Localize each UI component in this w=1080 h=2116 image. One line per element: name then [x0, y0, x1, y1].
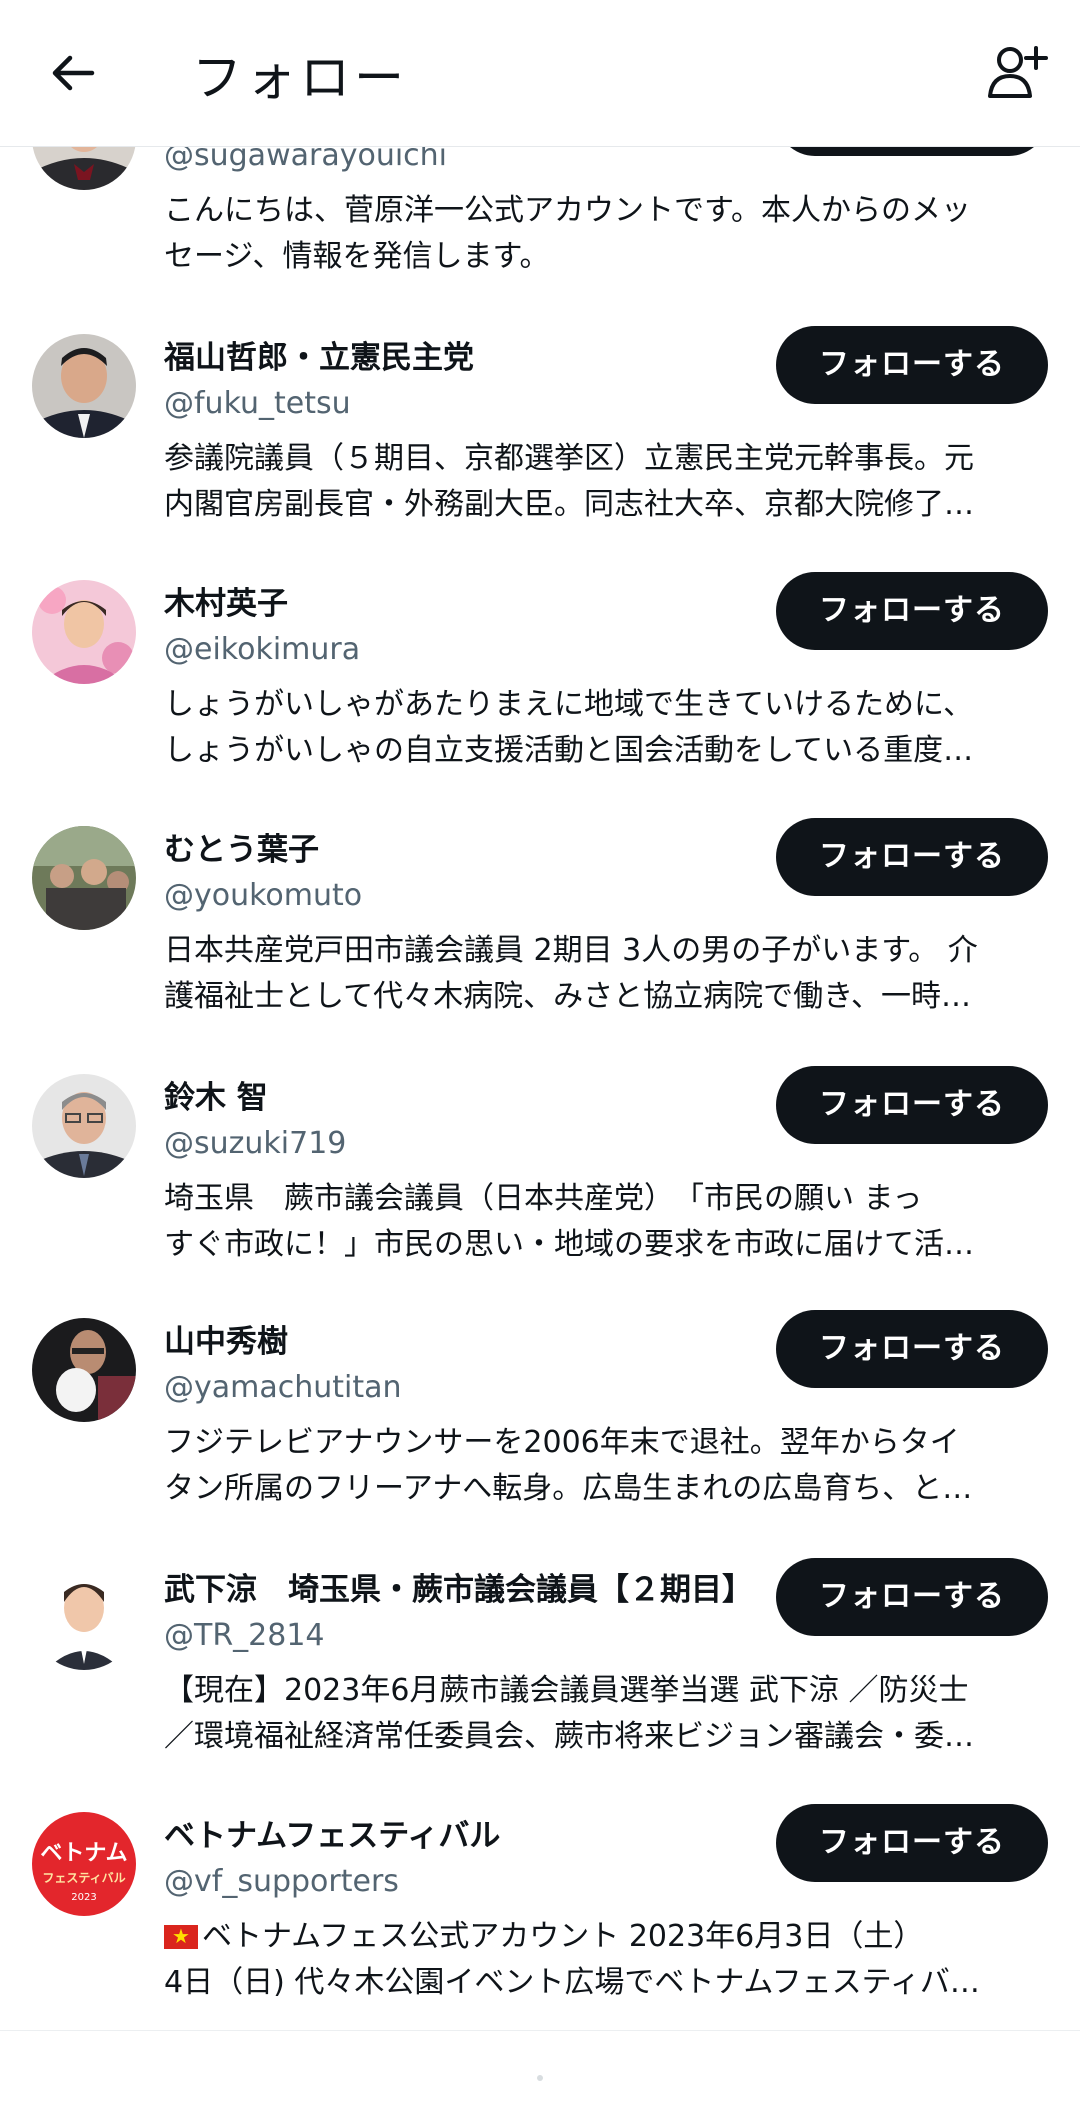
arrow-left-icon [52, 55, 95, 91]
user-bio: フジテレビアナウンサーを2006年末で退社。翌年からタイ タン所属のフリーアナへ… [164, 1425, 973, 1506]
user-handle: @eikokimura [164, 632, 361, 667]
user-handle: @TR_2814 [164, 1618, 325, 1653]
user-bio: しょうがいしゃがあたりまえに地域で生きていけるために、 しょうがいしゃの自立支援… [164, 687, 974, 768]
top-app-bar: フォロー [0, 0, 1080, 147]
user-bio: ベトナムフェス公式アカウント 2023年6月3日（土） 4日（日) 代々木公園イ… [164, 1914, 1026, 2006]
follow-button[interactable]: フォローする [776, 1558, 1048, 1636]
user-row-suzuki719[interactable]: 鈴木 智 @suzuki719 フォローする 埼玉県 蕨市議会議員（日本共産党）… [0, 1066, 1080, 1320]
vf-logo-line2: フェスティバル [42, 1871, 125, 1885]
user-name[interactable]: 福山哲郎・立憲民主党 [164, 338, 764, 378]
user-name[interactable]: 武下涼 埼玉県・蕨市議会議員【２期目】 [164, 1570, 764, 1610]
avatar[interactable] [32, 334, 136, 438]
user-row-tr-2814[interactable]: 武下涼 埼玉県・蕨市議会議員【２期目】 @TR_2814 フォローする 【現在】… [0, 1558, 1080, 1812]
vf-logo-line1: ベトナム [40, 1841, 127, 1866]
user-row-eikokimura[interactable]: 木村英子 @eikokimura フォローする しょうがいしゃがあたりまえに地域… [0, 572, 1080, 826]
user-name[interactable]: ベトナムフェスティバル [164, 1816, 764, 1856]
user-handle: @youkomuto [164, 878, 363, 913]
avatar[interactable] [32, 1318, 136, 1422]
user-bio: 参議院議員（５期目、京都選挙区）立憲民主党元幹事長。元 内閣官房副長官・外務副大… [164, 441, 974, 522]
user-name[interactable]: 木村英子 [164, 584, 764, 624]
user-bio: 日本共産党戸田市議会議員 2期目 3人の男の子がいます。 介 護福祉士として代々… [164, 933, 978, 1014]
user-bio: 【現在】2023年6月蕨市議会議員選挙当選 武下涼 ／防災士 ／環境福祉経済常任… [164, 1673, 974, 1754]
user-row-yamachutitan[interactable]: 山中秀樹 @yamachutitan フォローする フジテレビアナウンサーを20… [0, 1310, 1080, 1564]
follow-button[interactable]: フォローする [776, 326, 1048, 404]
user-name[interactable]: 山中秀樹 [164, 1322, 764, 1362]
follow-button[interactable]: フォローする [776, 1066, 1048, 1144]
vf-logo-year: 2023 [71, 1892, 96, 1903]
user-row-fuku-tetsu[interactable]: 福山哲郎・立憲民主党 @fuku_tetsu フォローする 参議院議員（５期目、… [0, 326, 1080, 580]
page-title: フォロー [192, 49, 408, 107]
follow-button[interactable]: フォローする [776, 1804, 1048, 1882]
user-name[interactable]: むとう葉子 [164, 830, 764, 870]
vietnam-flag-icon [164, 1921, 198, 1951]
avatar[interactable] [32, 826, 136, 930]
back-button[interactable] [48, 48, 98, 98]
avatar[interactable] [32, 1074, 136, 1178]
follow-button[interactable]: フォローする [776, 1310, 1048, 1388]
follow-button[interactable]: フォローする [776, 572, 1048, 650]
user-handle: @yamachutitan [164, 1370, 402, 1405]
divider [0, 2030, 1080, 2031]
user-handle: @suzuki719 [164, 1126, 347, 1161]
user-handle: @fuku_tetsu [164, 386, 351, 421]
scroll-indicator [537, 2075, 543, 2081]
avatar[interactable] [32, 580, 136, 684]
avatar[interactable] [32, 1566, 136, 1670]
user-row-vf-supporters[interactable]: ベトナム フェスティバル 2023 ベトナムフェスティバル @vf_suppor… [0, 1804, 1080, 2058]
user-bio: 埼玉県 蕨市議会議員（日本共産党） 「市民の願い まっ すぐ市政に！」市民の思い… [164, 1181, 974, 1262]
user-name[interactable]: 鈴木 智 [164, 1078, 764, 1118]
add-user-button[interactable] [986, 42, 1048, 104]
add-user-icon [988, 46, 1048, 98]
user-bio: こんにちは、菅原洋一公式アカウントです。本人からのメッ セージ、情報を発信します… [164, 193, 971, 274]
follow-button[interactable]: フォローする [776, 818, 1048, 896]
user-handle: @vf_supporters [164, 1864, 399, 1899]
user-row-youkomuto[interactable]: むとう葉子 @youkomuto フォローする 日本共産党戸田市議会議員 2期目… [0, 818, 1080, 1072]
avatar[interactable]: ベトナム フェスティバル 2023 [32, 1812, 136, 1916]
